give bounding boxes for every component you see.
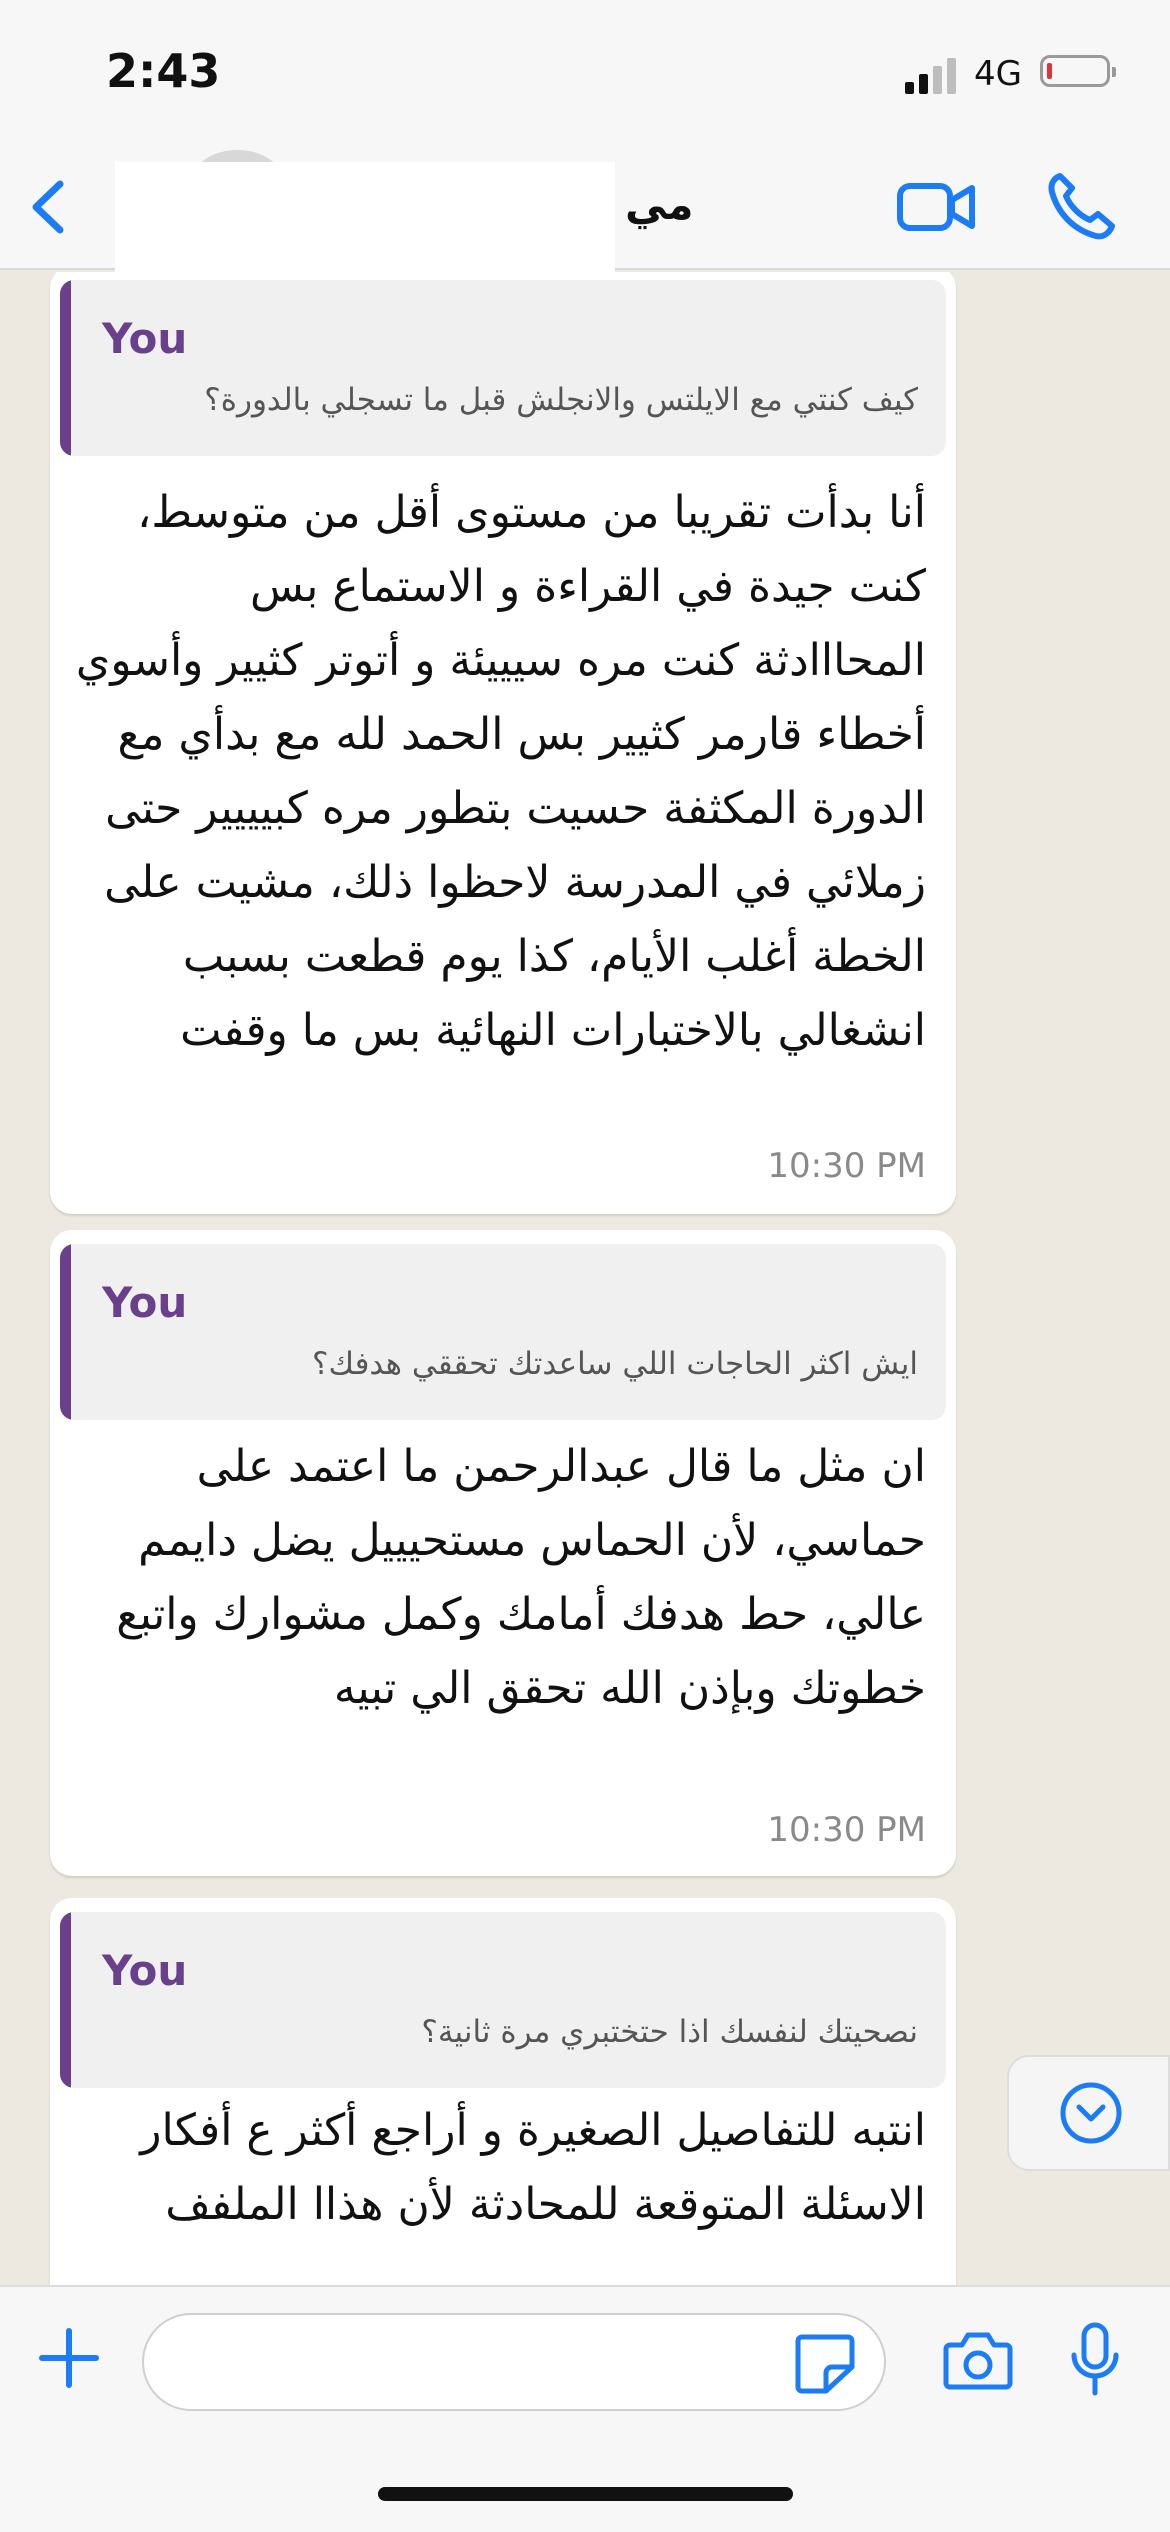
- redacted-area: [115, 162, 615, 272]
- network-type: 4G: [974, 54, 1022, 94]
- chat-header: مي: [0, 150, 1170, 272]
- message-list[interactable]: You كيف كنتي مع الايلتس والانجلش قبل ما …: [0, 272, 1170, 2285]
- quote-text: نصحيتك لنفسك اذا حتختبري مرة ثانية؟: [421, 2014, 918, 2050]
- video-call-icon[interactable]: [896, 172, 976, 242]
- signal-icon: [905, 58, 956, 94]
- microphone-icon[interactable]: [1066, 2321, 1124, 2399]
- sticker-icon[interactable]: [792, 2331, 858, 2395]
- plus-icon[interactable]: [36, 2325, 102, 2391]
- message-text: أنا بدأت تقريبا من مستوى أقل من متوسط، ك…: [75, 487, 926, 1056]
- quoted-reply[interactable]: You نصحيتك لنفسك اذا حتختبري مرة ثانية؟: [60, 1912, 946, 2088]
- message-bubble[interactable]: You كيف كنتي مع الايلتس والانجلش قبل ما …: [50, 272, 956, 1214]
- message-bubble[interactable]: You نصحيتك لنفسك اذا حتختبري مرة ثانية؟ …: [50, 1898, 956, 2285]
- scroll-to-bottom-button[interactable]: [1007, 2055, 1170, 2171]
- status-bar: 2:43 4G: [0, 0, 1170, 150]
- contact-name[interactable]: مي: [625, 180, 694, 229]
- phone-call-icon[interactable]: [1046, 170, 1116, 240]
- status-time: 2:43: [106, 44, 221, 98]
- quote-text: ايش اكثر الحاجات اللي ساعدتك تحققي هدفك؟: [312, 1346, 918, 1382]
- quote-author: You: [102, 1278, 188, 1327]
- camera-icon[interactable]: [942, 2327, 1014, 2393]
- composer-bar: [0, 2285, 1170, 2532]
- message-input[interactable]: [142, 2313, 886, 2411]
- chevron-down-circle-icon: [1060, 2082, 1122, 2144]
- message-text: ان مثل ما قال عبدالرحمن ما اعتمد على حما…: [116, 1441, 926, 1714]
- message-text: انتبه للتفاصيل الصغيرة و أراجع أكثر ع أف…: [140, 2105, 926, 2230]
- quote-author: You: [102, 314, 188, 363]
- quoted-reply[interactable]: You كيف كنتي مع الايلتس والانجلش قبل ما …: [60, 280, 946, 456]
- quote-author: You: [102, 1946, 188, 1995]
- battery-icon: [1040, 55, 1116, 87]
- message-time: 10:30 PM: [767, 1810, 926, 1850]
- quoted-reply[interactable]: You ايش اكثر الحاجات اللي ساعدتك تحققي ه…: [60, 1244, 946, 1420]
- back-chevron-icon[interactable]: [20, 172, 80, 242]
- quote-text: كيف كنتي مع الايلتس والانجلش قبل ما تسجل…: [204, 382, 918, 418]
- message-time: 10:30 PM: [767, 1146, 926, 1186]
- message-bubble[interactable]: You ايش اكثر الحاجات اللي ساعدتك تحققي ه…: [50, 1230, 956, 1876]
- home-indicator[interactable]: [378, 2487, 793, 2501]
